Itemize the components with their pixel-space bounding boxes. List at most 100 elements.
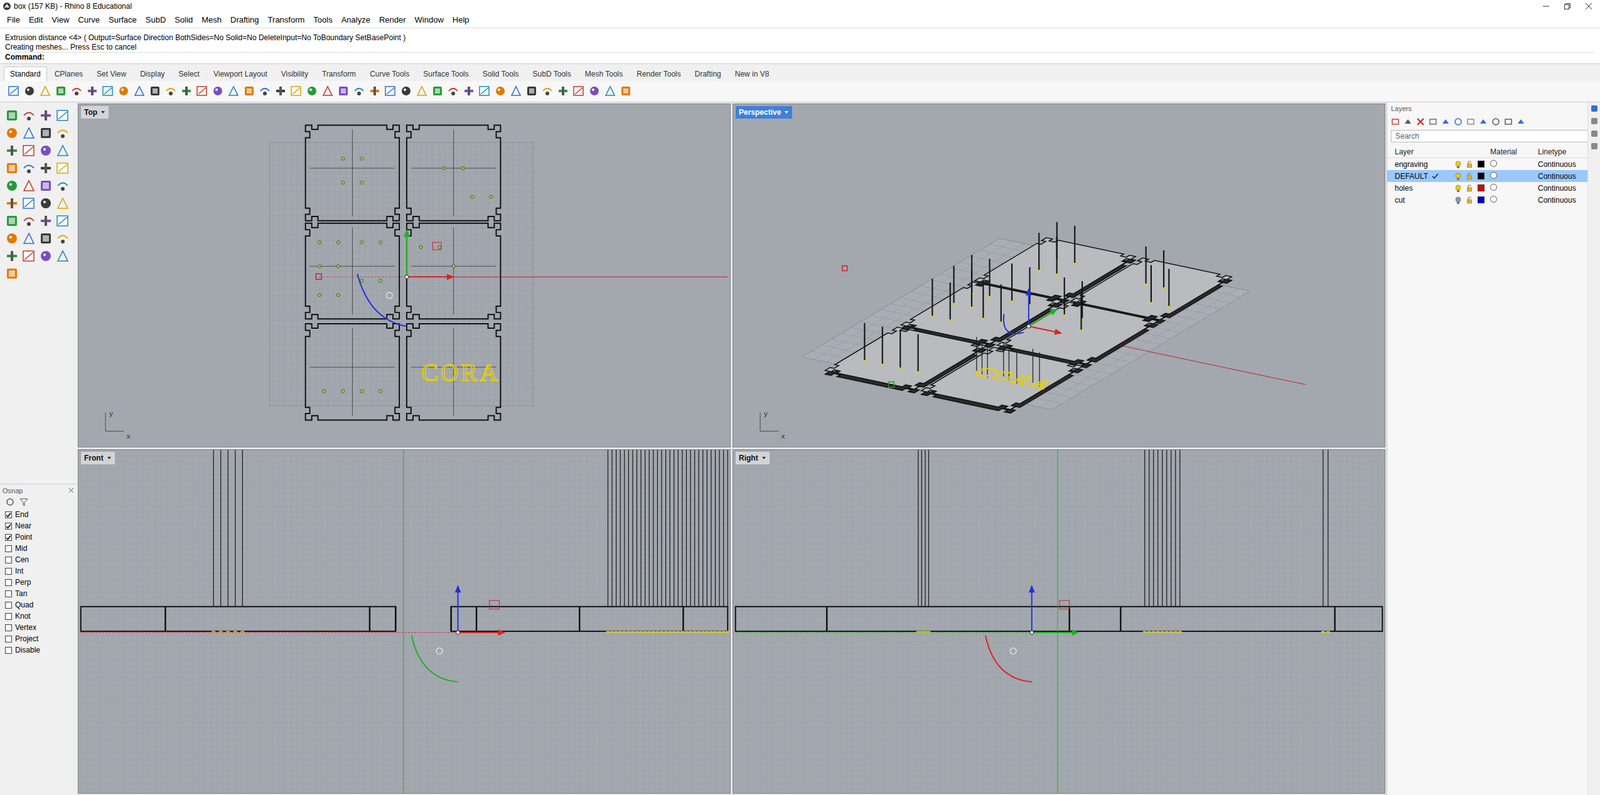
layer-search-field[interactable]: [1390, 129, 1592, 143]
filter-icon[interactable]: [18, 497, 29, 507]
hole-pin[interactable]: [1149, 264, 1153, 305]
layer-row[interactable]: DEFAULTContinuous: [1387, 170, 1588, 183]
osnap-checkbox[interactable]: [5, 601, 12, 609]
linetype-cell[interactable]: Continuous: [1537, 170, 1588, 183]
toolbar-tab[interactable]: Render Tools: [630, 66, 688, 81]
tool-button-icon[interactable]: [38, 196, 53, 211]
dropdown-arrow-icon[interactable]: [106, 455, 112, 461]
tool-button-icon[interactable]: [352, 84, 366, 98]
hole-point[interactable]: [318, 293, 322, 297]
hole-point[interactable]: [360, 180, 364, 184]
layer-tool-icon[interactable]: [1390, 117, 1400, 127]
panel-tab-icon[interactable]: [1590, 142, 1599, 151]
tool-button-icon[interactable]: [399, 84, 413, 98]
dropdown-arrow-icon[interactable]: [761, 455, 767, 461]
close-icon[interactable]: [1584, 2, 1593, 11]
tool-button-icon[interactable]: [148, 84, 162, 98]
tool-button-icon[interactable]: [55, 196, 70, 211]
toolbar-tab[interactable]: Visibility: [274, 66, 315, 81]
hole-point[interactable]: [379, 240, 383, 244]
hole-point[interactable]: [318, 240, 322, 244]
gumball[interactable]: [315, 229, 728, 326]
box-panel[interactable]: [305, 323, 400, 420]
material-cell[interactable]: [1490, 182, 1538, 194]
tool-button-icon[interactable]: [38, 231, 53, 246]
toolbar-tab[interactable]: Standard: [3, 66, 48, 81]
osnap-option[interactable]: Cen: [2, 554, 75, 566]
toolbar-tab[interactable]: Mesh Tools: [578, 66, 629, 81]
layer-tool-icon[interactable]: [1478, 117, 1488, 127]
options-icon[interactable]: [5, 497, 16, 507]
hole-pin[interactable]: [987, 258, 991, 299]
hole-pin[interactable]: [952, 265, 955, 306]
tool-button-icon[interactable]: [38, 126, 53, 140]
tool-button-icon[interactable]: [572, 84, 586, 98]
tool-button-icon[interactable]: [21, 231, 36, 246]
hole-pins[interactable]: [211, 450, 730, 633]
hole-point[interactable]: [322, 389, 326, 393]
hole-pin[interactable]: [970, 269, 973, 309]
dropdown-arrow-icon[interactable]: [100, 109, 106, 115]
viewport-title[interactable]: Top: [80, 106, 109, 119]
viewport-canvas[interactable]: [78, 450, 731, 794]
panel-tab-icon[interactable]: [1590, 104, 1599, 113]
viewport-title[interactable]: Right: [735, 451, 770, 465]
tool-button-icon[interactable]: [5, 108, 19, 123]
column-header[interactable]: Layer: [1394, 146, 1456, 158]
hole-pin[interactable]: [863, 322, 866, 363]
tool-button-icon[interactable]: [321, 84, 334, 98]
osnap-option[interactable]: Perp: [2, 576, 75, 589]
minimize-icon[interactable]: [1542, 2, 1550, 11]
layer-name-cell[interactable]: engraving: [1394, 158, 1456, 171]
viewport-canvas[interactable]: CORAyx: [733, 104, 1385, 448]
hole-point[interactable]: [360, 389, 364, 393]
tool-button-icon[interactable]: [38, 249, 53, 264]
hole-pins[interactable]: [916, 450, 1331, 633]
hole-pin[interactable]: [1063, 277, 1066, 317]
tool-button-icon[interactable]: [384, 84, 397, 98]
tool-button-icon[interactable]: [368, 84, 382, 98]
osnap-option[interactable]: Point: [2, 531, 75, 543]
menu-item[interactable]: Tools: [308, 13, 337, 27]
tool-button-icon[interactable]: [21, 249, 36, 264]
menu-item[interactable]: Mesh: [197, 13, 226, 27]
layer-name-cell[interactable]: holes: [1394, 182, 1456, 194]
tool-button-icon[interactable]: [5, 214, 19, 228]
toolbar-tab[interactable]: SubD Tools: [526, 66, 578, 81]
hole-point[interactable]: [451, 264, 456, 268]
viewport[interactable]: Front: [77, 449, 731, 795]
panel-tab-icon[interactable]: [1590, 117, 1599, 125]
linetype-cell[interactable]: Continuous: [1537, 158, 1588, 171]
hole-pin[interactable]: [949, 282, 952, 323]
restore-icon[interactable]: [1563, 2, 1572, 11]
engraving-text[interactable]: CORA: [966, 364, 1062, 392]
toolbar-tab[interactable]: Solid Tools: [476, 66, 526, 81]
layer-color-swatch[interactable]: [1477, 184, 1485, 192]
panel-tab-icon[interactable]: [1590, 129, 1599, 138]
hole-point[interactable]: [336, 240, 340, 244]
hole-pin[interactable]: [1167, 268, 1171, 309]
tool-button-icon[interactable]: [195, 84, 209, 98]
tool-button-icon[interactable]: [38, 214, 53, 228]
layer-tool-icon[interactable]: [1503, 117, 1513, 127]
visibility-toggle[interactable]: [1455, 158, 1467, 171]
osnap-option[interactable]: Knot: [2, 610, 75, 623]
tool-button-icon[interactable]: [556, 84, 570, 98]
dropdown-arrow-icon[interactable]: [783, 109, 790, 115]
material-cell[interactable]: [1490, 158, 1538, 171]
box-panel[interactable]: [921, 347, 1083, 414]
box-panel[interactable]: [305, 124, 400, 221]
tool-button-icon[interactable]: [180, 84, 193, 98]
close-panel-icon[interactable]: [68, 487, 75, 494]
hole-point[interactable]: [336, 264, 340, 268]
osnap-checkbox[interactable]: [5, 545, 12, 553]
tool-button-icon[interactable]: [21, 178, 36, 193]
osnap-option[interactable]: Disable: [2, 644, 75, 656]
tool-button-icon[interactable]: [38, 108, 53, 123]
osnap-checkbox[interactable]: [5, 522, 12, 530]
menu-item[interactable]: View: [47, 13, 74, 27]
tool-button-icon[interactable]: [21, 214, 36, 228]
hole-point[interactable]: [360, 156, 364, 161]
tool-button-icon[interactable]: [7, 84, 21, 98]
hole-point[interactable]: [341, 180, 345, 184]
